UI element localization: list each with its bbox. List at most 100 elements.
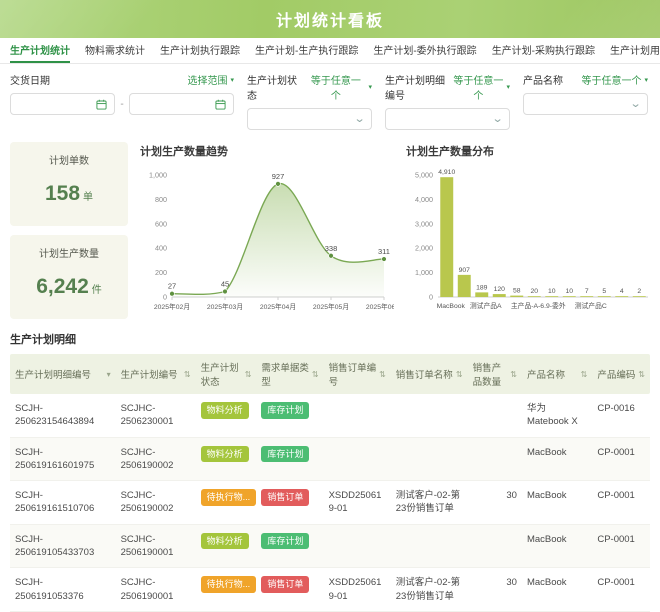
filter-group: 生产计划状态等于任意一个▾ ⌄ xyxy=(247,72,372,130)
column-header[interactable]: 销售订单名称⇅ xyxy=(391,354,468,394)
bar xyxy=(563,296,576,297)
bar-chart-title: 计划生产数量分布 xyxy=(402,142,652,161)
cell-qty xyxy=(468,438,522,481)
cell-code: CP-0001 xyxy=(592,568,650,611)
table-section: 生产计划明细 生产计划明细编号▾生产计划编号⇅生产计划状态⇅需求单据类型⇅销售订… xyxy=(0,321,660,612)
bar-value-label: 10 xyxy=(548,288,556,295)
svg-text:2025年04月: 2025年04月 xyxy=(260,302,296,311)
demand-type-badge: 销售订单 xyxy=(261,489,309,506)
svg-text:0: 0 xyxy=(429,293,433,302)
data-label: 27 xyxy=(168,282,176,291)
svg-text:2025年02月: 2025年02月 xyxy=(154,302,190,311)
select-input[interactable]: ⌄ xyxy=(523,93,648,115)
cell-product: MacBook xyxy=(522,481,592,524)
select-input[interactable]: ⌄ xyxy=(385,108,510,130)
date-end-input[interactable] xyxy=(129,93,234,115)
cell-product: MacBook xyxy=(522,525,592,568)
cell-code: CP-0001 xyxy=(592,438,650,481)
tab-item[interactable]: 生产计划统计 xyxy=(10,38,70,63)
filter-operator-button[interactable]: 等于任意一个▾ xyxy=(581,72,648,87)
bar xyxy=(510,296,523,297)
filter-label: 生产计划状态 xyxy=(247,72,306,102)
data-label: 311 xyxy=(378,247,390,256)
cell-so-no: XSDD250619-01 xyxy=(324,568,391,611)
stat-value: 158单 xyxy=(45,182,93,206)
status-badge: 物料分析 xyxy=(201,533,249,550)
status-badge: 物料分析 xyxy=(201,446,249,463)
select-input[interactable]: ⌄ xyxy=(247,108,372,130)
cell-plan-no: SCJHC-2506230001 xyxy=(116,394,196,437)
bar-series: 4,910907189120582010107542 xyxy=(438,169,645,297)
bar xyxy=(475,292,488,297)
cell-qty xyxy=(468,525,522,568)
svg-text:4,000: 4,000 xyxy=(415,195,433,204)
calendar-icon[interactable] xyxy=(215,99,226,110)
stat-unit: 件 xyxy=(92,281,102,296)
column-header[interactable]: 产品名称⇅ xyxy=(522,354,592,394)
cell-demand-type: 库存计划 xyxy=(256,438,323,481)
table-header-row: 生产计划明细编号▾生产计划编号⇅生产计划状态⇅需求单据类型⇅销售订单编号⇅销售订… xyxy=(10,354,650,394)
cell-so-no xyxy=(324,525,391,568)
cell-product: MacBook xyxy=(522,438,592,481)
tab-item[interactable]: 生产计划-采购执行跟踪 xyxy=(492,38,595,63)
stat-label: 计划单数 xyxy=(49,152,89,167)
filter-operator-button[interactable]: 等于任意一个▾ xyxy=(453,72,510,102)
filter-operator-button[interactable]: 选择范围▾ xyxy=(187,72,234,87)
tab-item[interactable]: 生产计划-委外执行跟踪 xyxy=(373,38,476,63)
cell-plan-no: SCJHC-2506190001 xyxy=(116,525,196,568)
bar-value-label: 4 xyxy=(620,288,624,295)
cell-qty: 30 xyxy=(468,568,522,611)
column-header[interactable]: 需求单据类型⇅ xyxy=(256,354,323,394)
column-header[interactable]: 销售产品数量⇅ xyxy=(468,354,522,394)
table-body: SCJH-250623154643894SCJHC-2506230001物料分析… xyxy=(10,394,650,612)
column-header[interactable]: 生产计划编号⇅ xyxy=(116,354,196,394)
bar xyxy=(598,296,611,297)
svg-text:2,000: 2,000 xyxy=(415,244,433,253)
trend-chart-panel: 计划生产数量趋势 02004006008001,0002025年02月2025年… xyxy=(136,142,394,321)
filter-header: 生产计划状态等于任意一个▾ xyxy=(247,72,372,102)
filter-bar: 交货日期选择范围▾-生产计划状态等于任意一个▾⌄生产计划明细编号等于任意一个▾⌄… xyxy=(0,64,660,140)
cell-status: 物料分析 xyxy=(196,394,257,437)
column-header-label: 销售订单编号 xyxy=(329,360,377,388)
stat-value: 6,242件 xyxy=(36,275,102,299)
column-header[interactable]: 生产计划明细编号▾ xyxy=(10,354,116,394)
caret-down-icon: ▾ xyxy=(644,76,648,84)
x-axis-label: 测试产品C xyxy=(575,301,607,310)
cell-status: 待执行物... xyxy=(196,481,257,524)
bar-value-label: 7 xyxy=(585,288,589,295)
calendar-icon[interactable] xyxy=(96,99,107,110)
column-header[interactable]: 生产计划状态⇅ xyxy=(196,354,257,394)
bar-value-label: 20 xyxy=(530,288,538,295)
demand-type-badge: 库存计划 xyxy=(261,533,309,550)
svg-text:200: 200 xyxy=(155,268,167,277)
chevron-down-icon: ⌄ xyxy=(629,102,641,106)
table-row: SCJH-250619161510706SCJHC-2506190002待执行物… xyxy=(10,481,650,525)
svg-text:400: 400 xyxy=(155,244,167,253)
filter-label: 交货日期 xyxy=(10,72,50,87)
data-point xyxy=(382,257,387,262)
cell-detail-no: SCJH-250619161601975 xyxy=(10,438,116,481)
tab-item[interactable]: 生产计划执行跟踪 xyxy=(160,38,240,63)
chevron-down-icon: ⌄ xyxy=(353,117,365,121)
cell-code: CP-0001 xyxy=(592,481,650,524)
sort-icon: ⇅ xyxy=(245,370,252,379)
cell-so-no xyxy=(324,438,391,481)
column-header[interactable]: 销售订单编号⇅ xyxy=(324,354,391,394)
filter-operator-button[interactable]: 等于任意一个▾ xyxy=(306,72,372,102)
date-start-input[interactable] xyxy=(10,93,115,115)
cell-detail-no: SCJH-250619161510706 xyxy=(10,481,116,524)
svg-text:1,000: 1,000 xyxy=(415,268,433,277)
column-header-label: 生产计划编号 xyxy=(121,367,178,381)
tab-item[interactable]: 生产计划-生产执行跟踪 xyxy=(255,38,358,63)
y-axis: 02004006008001,000 xyxy=(149,171,167,302)
cell-detail-no: SCJH-2506191053376 xyxy=(10,568,116,611)
stat-card: 计划生产数量6,242件 xyxy=(10,235,128,319)
demand-type-badge: 库存计划 xyxy=(261,402,309,419)
tab-item[interactable]: 生产计划用料统计 xyxy=(610,38,660,63)
x-axis: 2025年02月2025年03月2025年04月2025年05月2025年06月 xyxy=(154,297,394,311)
svg-text:2025年06月: 2025年06月 xyxy=(366,302,394,311)
cell-so-name: 测试客户-02-第23份销售订单 xyxy=(391,568,468,611)
table-row: SCJH-250619161601975SCJHC-2506190002物料分析… xyxy=(10,438,650,482)
column-header[interactable]: 产品编码⇅ xyxy=(592,354,650,394)
tab-item[interactable]: 物料需求统计 xyxy=(85,38,145,63)
